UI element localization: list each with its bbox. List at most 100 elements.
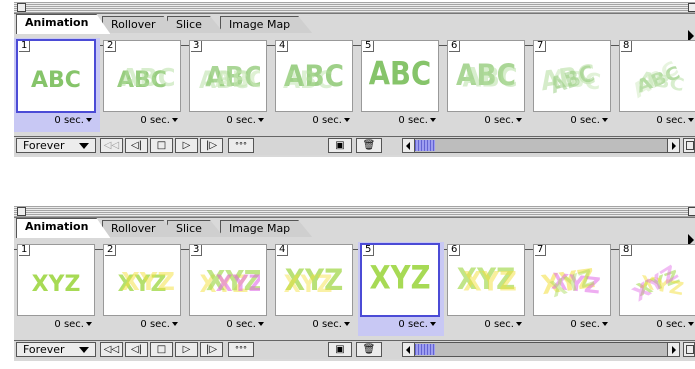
new-frame-button[interactable]: ▣ xyxy=(328,138,352,153)
animation-frame[interactable]: 7 XYZ XYZ XYZ 0 sec. xyxy=(530,242,616,336)
frame-delay-select[interactable]: 0 sec. xyxy=(570,319,608,331)
frames-scrollbar[interactable] xyxy=(402,138,680,153)
stop-button[interactable]: □ xyxy=(150,138,173,153)
dropdown-caret-icon xyxy=(172,322,178,326)
scroll-left-icon[interactable] xyxy=(403,343,415,356)
frame-delay-value: 0 sec. xyxy=(484,115,514,126)
frame-delay-select[interactable]: 0 sec. xyxy=(140,115,178,127)
frame-thumbnail[interactable]: 7 XYZ XYZ XYZ xyxy=(533,244,611,316)
frame-artwork: ABCABC xyxy=(456,57,517,93)
tab-image-map[interactable]: Image Map xyxy=(220,16,312,33)
frame-thumbnail[interactable]: 8 ABC ABC ABC xyxy=(619,40,695,112)
animation-frame[interactable]: 3 XYZ XYZ XYZ 0 sec. xyxy=(186,242,272,336)
animation-frame[interactable]: 1 XYZ 0 sec. xyxy=(14,242,100,336)
tab-image-map[interactable]: Image Map xyxy=(220,220,312,237)
animation-frame[interactable]: 8 ABC ABC ABC 0 sec. xyxy=(616,38,695,132)
scroll-left-icon[interactable] xyxy=(403,139,415,152)
scroll-right-icon[interactable] xyxy=(667,139,679,152)
frame-number: 5 xyxy=(363,245,375,256)
frame-thumbnail[interactable]: 1 ABC xyxy=(16,39,96,113)
scroll-right-icon[interactable] xyxy=(667,343,679,356)
animation-frame[interactable]: 8 XYZ XYZ XYZ 0 sec. xyxy=(616,242,695,336)
frame-number: 7 xyxy=(535,245,547,256)
loop-select[interactable]: Forever xyxy=(16,342,96,357)
frame-delay-select[interactable]: 0 sec. xyxy=(484,319,522,331)
animation-frame[interactable]: 4 ABC ABC 0 sec. xyxy=(272,38,358,132)
frame-thumbnail[interactable]: 5 ABC xyxy=(361,40,439,112)
frame-thumbnail[interactable]: 3 XYZ XYZ XYZ xyxy=(189,244,267,316)
tab-animation[interactable]: Animation xyxy=(16,14,110,34)
delete-frame-button[interactable]: 🗑 xyxy=(356,342,382,357)
frame-thumbnail[interactable]: 6 ABC ABC xyxy=(447,40,525,112)
frame-delay-select[interactable]: 0 sec. xyxy=(312,319,350,331)
frame-thumbnail[interactable]: 1 XYZ xyxy=(17,244,95,316)
stop-button[interactable]: □ xyxy=(150,342,173,357)
frame-thumbnail[interactable]: 7 ABC ABC ABC xyxy=(533,40,611,112)
tab-rollover[interactable]: Rollover xyxy=(102,220,178,237)
rewind-button[interactable]: ◁◁ xyxy=(100,138,123,153)
resize-box-icon[interactable] xyxy=(683,342,695,357)
scroll-thumb[interactable] xyxy=(415,344,435,355)
frame-thumbnail[interactable]: 3 ABC ABC ABC xyxy=(189,40,267,112)
frames-scrollbar[interactable] xyxy=(402,342,680,357)
frame-number: 1 xyxy=(19,245,31,256)
animation-frame[interactable]: 2 ABC ABC 0 sec. xyxy=(100,38,186,132)
step-forward-icon: |▷ xyxy=(205,343,218,355)
animation-frame[interactable]: 5 ABC 0 sec. xyxy=(358,38,444,132)
next-frame-button[interactable]: |▷ xyxy=(200,342,223,357)
play-button[interactable]: ▷ xyxy=(175,138,198,153)
collapse-box-icon[interactable] xyxy=(688,3,695,12)
rewind-button[interactable]: ◁◁ xyxy=(100,342,123,357)
frame-thumbnail[interactable]: 4 ABC ABC xyxy=(275,40,353,112)
frame-delay-select[interactable]: 0 sec. xyxy=(54,319,92,331)
close-box-icon[interactable] xyxy=(17,3,26,12)
tween-button[interactable]: °°° xyxy=(228,138,254,153)
frame-number: 6 xyxy=(449,245,461,256)
loop-select[interactable]: Forever xyxy=(16,138,96,153)
next-frame-button[interactable]: |▷ xyxy=(200,138,223,153)
frame-delay-select[interactable]: 0 sec. xyxy=(656,319,694,331)
collapse-box-icon[interactable] xyxy=(688,207,695,216)
previous-frame-button[interactable]: ◁| xyxy=(125,138,148,153)
frame-delay-select[interactable]: 0 sec. xyxy=(570,115,608,127)
tab-slice[interactable]: Slice xyxy=(167,220,224,237)
frame-delay-select[interactable]: 0 sec. xyxy=(226,319,264,331)
animation-frame[interactable]: 1 ABC 0 sec. xyxy=(14,38,100,132)
frame-thumbnail[interactable]: 8 XYZ XYZ XYZ xyxy=(619,244,695,316)
frame-delay-select[interactable]: 0 sec. xyxy=(140,319,178,331)
frame-thumbnail[interactable]: 6 XYZ XYZ xyxy=(447,244,525,316)
tab-animation[interactable]: Animation xyxy=(16,218,110,238)
frame-delay-value: 0 sec. xyxy=(312,319,342,330)
dropdown-caret-icon xyxy=(688,118,694,122)
frame-delay-select[interactable]: 0 sec. xyxy=(656,115,694,127)
frame-delay-select[interactable]: 0 sec. xyxy=(398,115,436,127)
previous-frame-button[interactable]: ◁| xyxy=(125,342,148,357)
tab-slice[interactable]: Slice xyxy=(167,16,224,33)
palette-title-bar[interactable] xyxy=(14,2,695,14)
scroll-thumb[interactable] xyxy=(415,140,435,151)
frame-delay-select[interactable]: 0 sec. xyxy=(484,115,522,127)
frame-delay-select[interactable]: 0 sec. xyxy=(398,319,436,331)
animation-frame[interactable]: 2 XYZ XYZ 0 sec. xyxy=(100,242,186,336)
delete-frame-button[interactable]: 🗑 xyxy=(356,138,382,153)
frame-delay-select[interactable]: 0 sec. xyxy=(312,115,350,127)
animation-frame[interactable]: 6 XYZ XYZ 0 sec. xyxy=(444,242,530,336)
close-box-icon[interactable] xyxy=(17,207,26,216)
frame-thumbnail[interactable]: 5 XYZ xyxy=(360,243,440,317)
new-frame-button[interactable]: ▣ xyxy=(328,342,352,357)
frame-delay-select[interactable]: 0 sec. xyxy=(54,115,92,127)
frame-thumbnail[interactable]: 2 XYZ XYZ xyxy=(103,244,181,316)
tab-rollover[interactable]: Rollover xyxy=(102,16,178,33)
animation-frame[interactable]: 7 ABC ABC ABC 0 sec. xyxy=(530,38,616,132)
animation-frame[interactable]: 3 ABC ABC ABC 0 sec. xyxy=(186,38,272,132)
tween-button[interactable]: °°° xyxy=(228,342,254,357)
animation-frame[interactable]: 5 XYZ 0 sec. xyxy=(358,242,444,336)
play-button[interactable]: ▷ xyxy=(175,342,198,357)
animation-frame[interactable]: 4 XYZ XYZ 0 sec. xyxy=(272,242,358,336)
frame-delay-select[interactable]: 0 sec. xyxy=(226,115,264,127)
animation-frame[interactable]: 6 ABC ABC 0 sec. xyxy=(444,38,530,132)
resize-box-icon[interactable] xyxy=(683,138,695,153)
frame-thumbnail[interactable]: 2 ABC ABC xyxy=(103,40,181,112)
palette-title-bar[interactable] xyxy=(14,206,695,218)
frame-thumbnail[interactable]: 4 XYZ XYZ xyxy=(275,244,353,316)
